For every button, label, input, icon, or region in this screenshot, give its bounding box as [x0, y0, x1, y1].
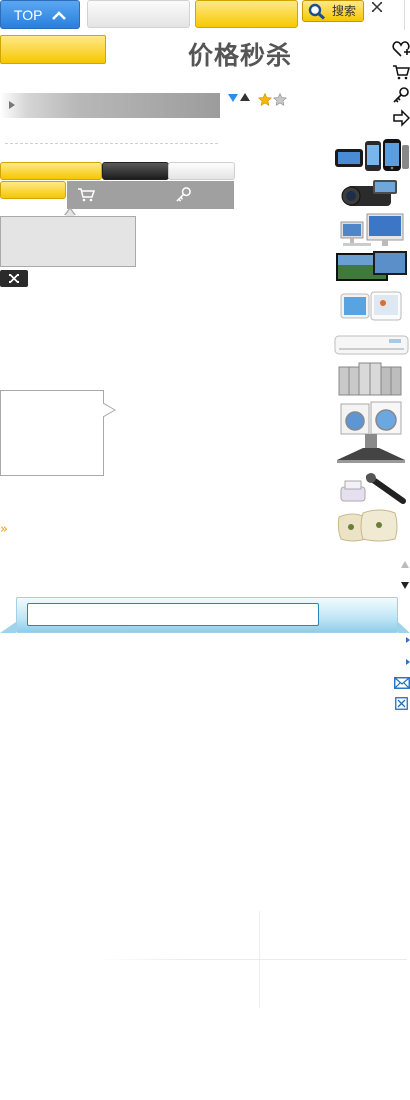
expand-arrow-icon[interactable]	[406, 637, 410, 643]
tab-grey[interactable]	[168, 162, 235, 180]
page-title: 价格秒杀	[187, 41, 292, 70]
key-icon[interactable]	[392, 86, 410, 104]
computers-thumbnail[interactable]	[333, 212, 410, 248]
mail-icon[interactable]	[394, 677, 410, 689]
double-chevron-icon[interactable]: »	[0, 522, 8, 537]
action-panel	[67, 181, 234, 209]
pillows-thumbnail[interactable]	[333, 507, 410, 543]
range-hood-thumbnail[interactable]	[333, 432, 410, 468]
washing-machines-thumbnail[interactable]	[333, 400, 410, 436]
scroll-up-icon[interactable]	[401, 561, 409, 568]
tab-yellow-small[interactable]	[0, 181, 66, 199]
top-button[interactable]: TOP	[0, 0, 80, 29]
close-icon[interactable]	[370, 0, 384, 14]
star-gold-icon[interactable]	[258, 93, 272, 106]
popup-panel	[0, 216, 136, 267]
search-icon	[308, 3, 326, 20]
popup-pointer-fill	[65, 209, 75, 216]
search-label: 搜索	[332, 4, 357, 18]
dashed-divider	[5, 143, 218, 144]
refrigerators-thumbnail[interactable]	[333, 361, 410, 397]
triangle-up-icon[interactable]	[240, 93, 250, 101]
heart-plus-icon[interactable]	[392, 40, 410, 58]
small-appliances-thumbnail[interactable]	[333, 471, 410, 507]
close-icon	[9, 273, 19, 284]
tablets-thumbnail[interactable]	[333, 288, 410, 324]
phones-thumbnail[interactable]	[333, 137, 410, 173]
chevron-up-icon	[52, 11, 66, 21]
play-triangle-icon	[9, 101, 15, 109]
yellow-tab-button[interactable]	[195, 0, 298, 28]
tooltip-box	[0, 390, 104, 476]
grid-line-horizontal	[96, 959, 407, 960]
share-arrow-icon[interactable]	[392, 109, 410, 127]
television-thumbnail[interactable]	[333, 249, 410, 285]
air-conditioner-thumbnail[interactable]	[333, 330, 410, 358]
slider-bar[interactable]	[0, 93, 220, 118]
camcorder-thumbnail[interactable]	[333, 176, 410, 212]
cart-icon[interactable]	[392, 63, 410, 81]
tooltip-tail	[103, 403, 116, 418]
close-button[interactable]	[0, 270, 28, 287]
triangle-down-icon[interactable]	[228, 94, 238, 102]
scroll-down-icon[interactable]	[401, 582, 409, 589]
topbar-edge	[404, 0, 410, 30]
key-icon[interactable]	[175, 186, 192, 203]
cart-icon[interactable]	[77, 187, 95, 203]
close-box-icon[interactable]	[395, 697, 408, 710]
promo-yellow-button[interactable]	[0, 35, 106, 64]
search-button[interactable]: 搜索	[302, 0, 364, 22]
search-input[interactable]	[27, 603, 319, 626]
top-label: TOP	[13, 7, 43, 23]
expand-arrow-icon[interactable]	[406, 659, 410, 665]
tab-yellow[interactable]	[0, 162, 102, 180]
grey-tab-button[interactable]	[87, 0, 190, 28]
star-grey-icon[interactable]	[273, 93, 287, 106]
tab-black[interactable]	[102, 162, 169, 180]
